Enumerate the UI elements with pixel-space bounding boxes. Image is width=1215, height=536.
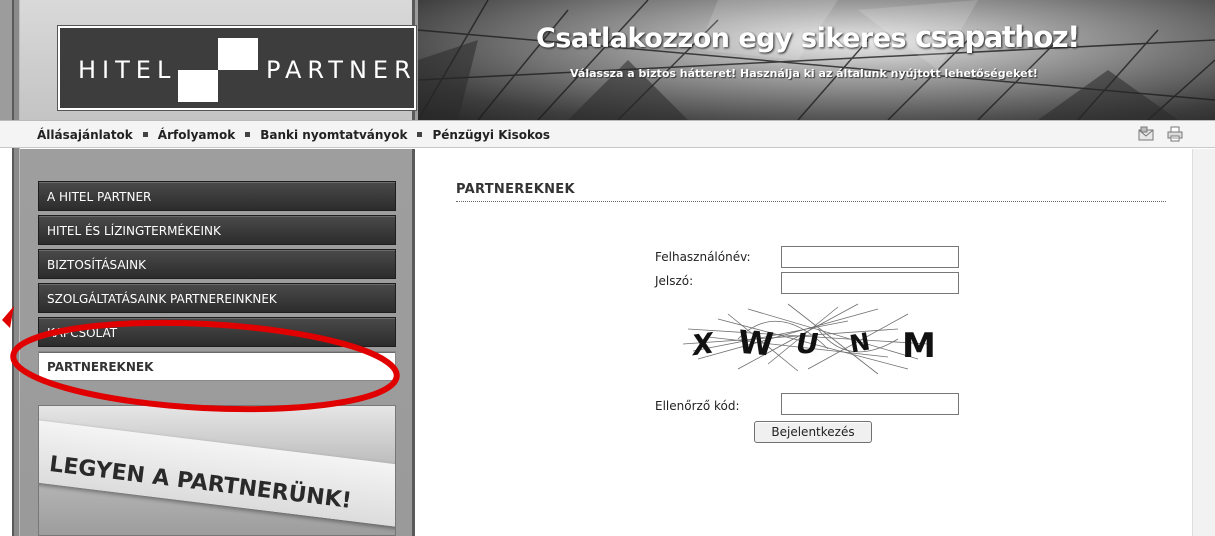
sidebar-item-partnereknek[interactable]: PARTNEREKNEK (38, 351, 396, 381)
banner-tiles-graphic (418, 0, 1215, 120)
username-label: Felhasználónév: (655, 250, 751, 264)
password-label: Jelszó: (655, 274, 694, 288)
sidebar-item-a-hitel-partner[interactable]: A HITEL PARTNER (38, 181, 396, 211)
banner-headline: Csatlakozzon egy sikeres csapathoz! (536, 20, 1080, 54)
sidebar-item-hitel-es-lizingtermekeink[interactable]: HITEL ÉS LÍZINGTERMÉKEINK (38, 215, 396, 245)
username-field[interactable] (781, 246, 959, 268)
nav-separator (245, 132, 251, 137)
nav-separator (142, 132, 148, 137)
captcha-char-5: M (902, 326, 936, 366)
header-banner: Csatlakozzon egy sikeres csapathoz! Vála… (418, 0, 1215, 120)
page-left-border (12, 0, 20, 536)
sidebar-item-kapcsolat[interactable]: KAPCSOLAT (38, 317, 396, 347)
banner-subtitle: Válassza a biztos hátteret! Használja ki… (570, 67, 1038, 80)
logo-panel: HITEL PARTNER (20, 0, 417, 120)
banner-headline-part1: Csatlakozzon egy sikeres (536, 23, 915, 54)
nav-link-penzugyi-kisokos[interactable]: Pénzügyi Kisokos (432, 128, 550, 142)
captcha-char-4: N (848, 327, 873, 358)
captcha-char-3: U (796, 327, 819, 360)
verification-code-field[interactable] (781, 393, 959, 415)
nav-separator (417, 132, 423, 137)
nav-link-banki-nyomtatvanyok[interactable]: Banki nyomtatványok (260, 128, 407, 142)
sidebar-item-szolgaltatasaink[interactable]: SZOLGÁLTATÁSAINK PARTNEREINKNEK (38, 283, 396, 313)
promo-banner[interactable]: LEGYEN A PARTNERÜNK! (38, 405, 396, 536)
logo-word-hitel: HITEL (78, 56, 177, 84)
nav-link-allasajanlatok[interactable]: Állásajánlatok (37, 128, 133, 142)
main-content: PARTNEREKNEK Felhasználónév: Jelszó: X W… (418, 149, 1192, 536)
header: HITEL PARTNER Csatlakozzon egy sikeres c… (0, 0, 1215, 120)
sidebar: A HITEL PARTNER HITEL ÉS LÍZINGTERMÉKEIN… (20, 149, 415, 536)
page-tools (1138, 126, 1191, 146)
top-nav: Állásajánlatok Árfolyamok Banki nyomtatván… (0, 120, 1215, 148)
page-title: PARTNEREKNEK (456, 182, 575, 197)
site-logo[interactable]: HITEL PARTNER (57, 25, 417, 111)
password-field[interactable] (781, 272, 959, 294)
top-nav-links: Állásajánlatok Árfolyamok Banki nyomtatván… (37, 128, 550, 142)
captcha-image: X W U N M (682, 303, 936, 375)
banner-headline-part2: csapathoz! (914, 20, 1080, 54)
email-icon[interactable] (1138, 126, 1154, 142)
logo-word-partner: PARTNER (266, 56, 417, 84)
printer-icon[interactable] (1167, 126, 1183, 142)
logo-mark-icon (178, 38, 258, 102)
captcha-char-2: W (736, 323, 774, 364)
captcha-char-1: X (688, 326, 717, 362)
scrollbar-track[interactable] (1192, 149, 1215, 536)
nav-link-arfolyamok[interactable]: Árfolyamok (158, 128, 235, 142)
login-button[interactable]: Bejelentkezés (754, 421, 872, 443)
title-divider (456, 201, 1166, 202)
verification-code-label: Ellenőrző kód: (655, 399, 740, 413)
sidebar-menu: A HITEL PARTNER HITEL ÉS LÍZINGTERMÉKEIN… (38, 181, 396, 385)
sidebar-item-biztositasaink[interactable]: BIZTOSÍTÁSAINK (38, 249, 396, 279)
